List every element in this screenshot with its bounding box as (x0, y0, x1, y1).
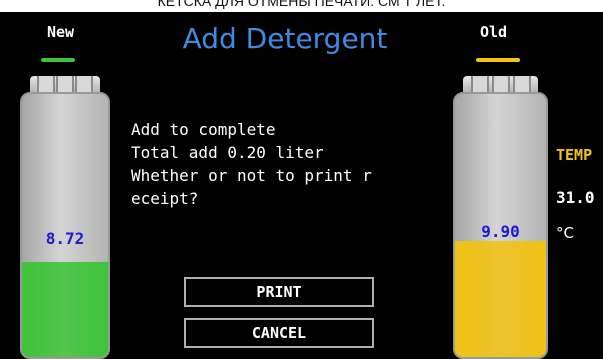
new-tank-indicator (41, 58, 75, 62)
old-tank-fill (455, 241, 546, 357)
cancel-button[interactable]: CANCEL (184, 318, 374, 348)
old-tank-value: 9.90 (481, 222, 520, 241)
print-button[interactable]: PRINT (184, 277, 374, 307)
temp-unit: °C (556, 224, 574, 242)
new-tank-gauge: 8.72 (20, 76, 110, 359)
new-tank-value: 8.72 (45, 229, 85, 248)
old-tank-body: 9.90 (453, 92, 548, 359)
message-line: Whether or not to print r (131, 166, 372, 185)
message-line: Total add 0.20 liter (131, 143, 324, 162)
page-title: Add Detergent (182, 22, 388, 55)
message-line: eceipt? (131, 189, 199, 208)
temp-value: 31.0 (556, 188, 595, 207)
message-line: Add to complete (131, 120, 276, 139)
new-tank-body: 8.72 (20, 92, 110, 359)
detergent-screen: New Add Detergent Old 8.72 9.90 Add to c… (0, 12, 603, 359)
message-text: Add to complete Total add 0.20 liter Wheth… (131, 118, 372, 210)
old-tank-indicator (476, 58, 520, 62)
new-tank-label: New (47, 23, 75, 41)
new-tank-fill (22, 262, 108, 357)
old-tank-label: Old (480, 23, 508, 41)
temp-label: TEMP (556, 146, 593, 164)
old-tank-gauge: 9.90 (453, 76, 548, 359)
